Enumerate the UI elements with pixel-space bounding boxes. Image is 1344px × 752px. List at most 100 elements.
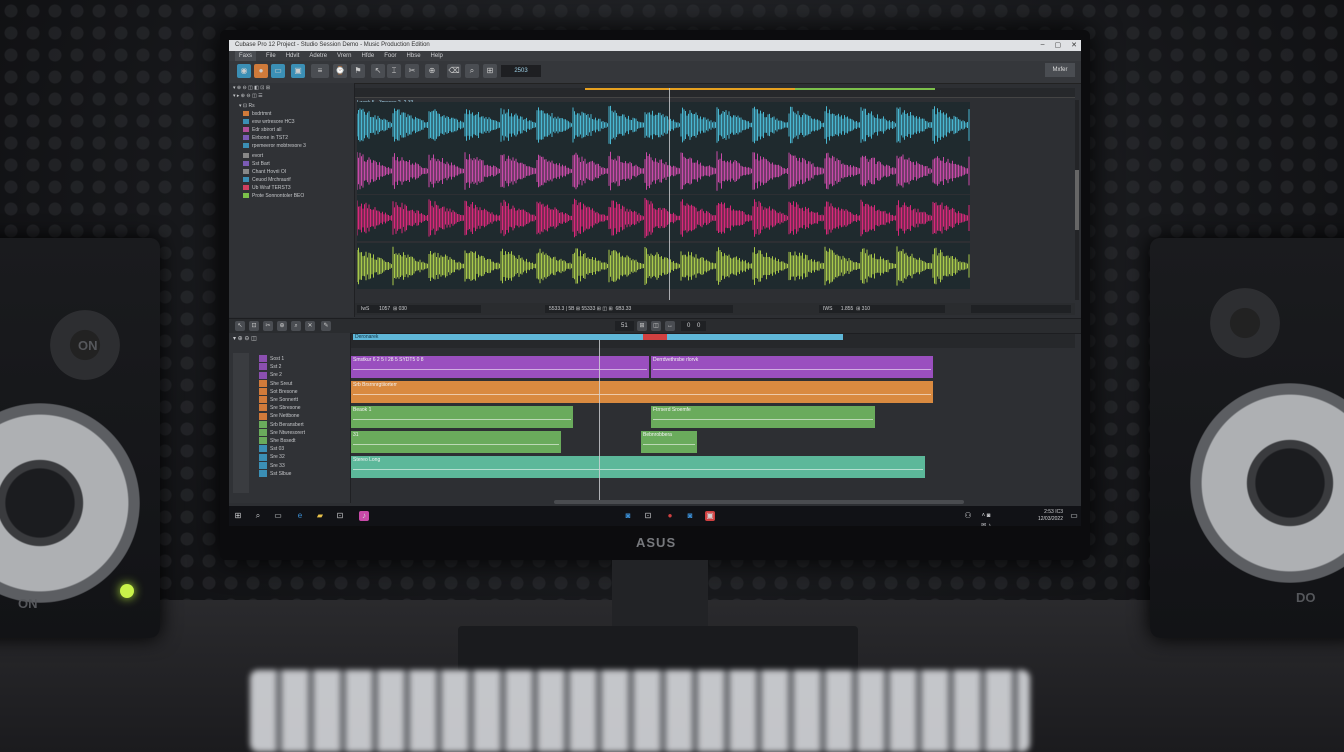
menu-item-6[interactable]: Foor bbox=[384, 51, 396, 61]
mixer-button[interactable]: Mxfer bbox=[1045, 63, 1075, 77]
zoom-tool-icon[interactable]: ⌕ bbox=[465, 64, 479, 78]
locator-marker[interactable] bbox=[643, 334, 667, 340]
upper-track-row[interactable]: Ceuod Mrchraurif bbox=[243, 177, 291, 184]
arrange-region[interactable]: Smstkur 6 2 5 I 28 5 SYDT5 0 8 bbox=[351, 356, 649, 378]
menu-item-8[interactable]: Help bbox=[431, 51, 443, 61]
split-tool-icon[interactable]: ✂ bbox=[263, 321, 273, 331]
arrange-region[interactable]: Derrdvethrsbe rlorvk bbox=[651, 356, 933, 378]
lower-track-row[interactable]: Sst 03 bbox=[259, 445, 284, 453]
snap-icon[interactable]: ⊞ bbox=[637, 321, 647, 331]
menu-item-1[interactable]: File bbox=[266, 51, 276, 61]
maximize-button[interactable]: ▢ bbox=[1055, 41, 1062, 49]
taskbar-app-icon-1[interactable]: ◙ bbox=[623, 511, 633, 521]
search-icon[interactable]: ⌕ bbox=[253, 511, 263, 521]
taskbar-app-icon-4[interactable]: ◙ bbox=[685, 511, 695, 521]
status-field-right[interactable]: IWS 1.855 ⊞ 310 bbox=[819, 305, 945, 313]
right-zone-icon[interactable]: ▣ bbox=[291, 64, 305, 78]
lower-track-row[interactable]: Sre 2 bbox=[259, 371, 282, 379]
taskbar-app-icon-2[interactable]: ⊡ bbox=[643, 511, 653, 521]
upper-track-row[interactable]: Sst Bart bbox=[243, 161, 270, 168]
horizontal-scrollbar[interactable] bbox=[554, 500, 964, 504]
lower-track-row[interactable]: Sost 1 bbox=[259, 355, 284, 363]
menu-item-2[interactable]: Hdvit bbox=[286, 51, 300, 61]
upper-track-row[interactable]: bxdrtmnt bbox=[243, 111, 271, 118]
erase-tool-icon[interactable]: ⌫ bbox=[447, 64, 461, 78]
lower-track-row[interactable]: Sre 33 bbox=[259, 461, 285, 470]
marker-icon[interactable]: ⚑ bbox=[351, 64, 365, 78]
people-icon[interactable]: ⚇ bbox=[963, 511, 973, 521]
mute-tool-icon[interactable]: ✕ bbox=[305, 321, 315, 331]
taskbar-app-icon-5[interactable]: ▣ bbox=[705, 511, 715, 521]
menu-item-7[interactable]: Hbse bbox=[407, 51, 421, 61]
lower-track-row[interactable]: Sre Sbresone bbox=[259, 404, 301, 412]
menu-item-4[interactable]: Vrern bbox=[337, 51, 351, 61]
cursor-icon[interactable]: ↔ bbox=[665, 321, 675, 331]
waveform-lane[interactable] bbox=[357, 243, 970, 289]
arrange-region[interactable]: 31 bbox=[351, 431, 561, 453]
lower-zone-icon[interactable]: ▭ bbox=[271, 64, 285, 78]
edge-browser-icon[interactable]: e bbox=[295, 511, 305, 521]
upper-track-row[interactable]: Prote Sonnontoler BEO bbox=[243, 193, 304, 200]
close-button[interactable]: ✕ bbox=[1071, 41, 1077, 49]
waveform-lane[interactable] bbox=[357, 102, 970, 148]
upper-track-row[interactable]: Eirbone in TST2 bbox=[243, 135, 288, 142]
lower-track-row[interactable]: Sot Bresone bbox=[259, 387, 298, 396]
arrange-region[interactable]: Ftrrserd Sroemfe bbox=[651, 406, 875, 428]
edit-tool-icon[interactable]: ⊡ bbox=[249, 321, 259, 331]
menu-item-5[interactable]: Hfde bbox=[362, 51, 375, 61]
lower-track-row[interactable]: Sre Sonnertt bbox=[259, 396, 298, 404]
start-menu-icon[interactable]: ⊞ bbox=[233, 511, 243, 521]
taskbar-app-icon-3[interactable]: ● bbox=[665, 511, 675, 521]
track-list-toolbar-icons[interactable]: ▾ ⊕ ⊖ ◫ ◧ ⊡ ⊞ bbox=[233, 85, 270, 92]
status-field-middle[interactable]: 5533.3 | 5B ⊞ 55333 ⊞ ◫ ⊞ 6B3.33 bbox=[545, 305, 733, 313]
arrange-region[interactable]: Srb Brsrnnrgtiiorterr bbox=[351, 381, 933, 403]
lower-playhead[interactable] bbox=[599, 340, 600, 500]
glue-tool-icon[interactable]: ⊕ bbox=[425, 64, 439, 78]
arrow-tool-icon[interactable]: ↖ bbox=[235, 321, 245, 331]
left-locator-range[interactable] bbox=[585, 88, 805, 90]
waveform-lane[interactable] bbox=[357, 148, 970, 194]
lower-track-row[interactable]: Sre 32 bbox=[259, 453, 285, 461]
glue-tool-icon[interactable]: ⊕ bbox=[277, 321, 287, 331]
upper-track-row[interactable]: rpemeeror mobtresore 3 bbox=[243, 143, 306, 150]
upper-track-row[interactable]: Ub Wraf TERST3 bbox=[243, 185, 291, 192]
grid-icon[interactable]: ◫ bbox=[651, 321, 661, 331]
object-selection-tool-icon[interactable]: ↖ bbox=[371, 64, 385, 78]
menu-item-3[interactable]: Adetre bbox=[309, 51, 327, 61]
notifications-icon[interactable]: ▭ bbox=[1069, 511, 1079, 521]
lower-track-row[interactable]: Sre Nettbone bbox=[259, 412, 299, 420]
upper-track-row[interactable]: Chant Hovrii OI bbox=[243, 169, 286, 176]
automation-mode-icon[interactable]: ≡ bbox=[311, 64, 329, 78]
task-view-icon[interactable]: ▭ bbox=[273, 511, 283, 521]
waveform-lane[interactable] bbox=[357, 195, 970, 241]
lower-timeline-ruler[interactable]: Deronarek bbox=[351, 334, 1075, 348]
lower-track-row[interactable]: Srb Beransbert bbox=[259, 420, 304, 429]
minimize-button[interactable]: – bbox=[1041, 41, 1045, 49]
split-tool-icon[interactable]: ✂ bbox=[405, 64, 419, 78]
cycle-range[interactable]: Deronarek bbox=[353, 334, 843, 340]
lower-track-row[interactable]: Sst Slbue bbox=[259, 469, 291, 478]
record-mode-icon[interactable]: ● bbox=[254, 64, 268, 78]
status-field-left[interactable]: IwS 1057 ⊞ 030 bbox=[357, 305, 481, 313]
taskbar-clock[interactable]: 2:53 IC3 12/03/2022 bbox=[1038, 509, 1063, 523]
upper-track-row[interactable]: evort bbox=[243, 153, 263, 160]
lower-track-row[interactable]: She Sreut bbox=[259, 379, 292, 388]
upper-timeline-ruler[interactable] bbox=[355, 88, 1075, 98]
menu-item-0[interactable]: Faxs bbox=[235, 51, 257, 61]
range-tool-icon[interactable]: ⌶ bbox=[387, 64, 401, 78]
lower-track-row[interactable]: Sre Ntwresorert bbox=[259, 428, 305, 437]
snap-toggle-icon[interactable]: ⊞ bbox=[483, 64, 497, 78]
upper-track-row[interactable]: Edr sbirort all bbox=[243, 127, 281, 134]
nudge-control[interactable]: 0 0 bbox=[681, 321, 707, 331]
upper-track-row[interactable]: exw wrtresore HC3 bbox=[243, 119, 295, 126]
lower-track-row[interactable]: She Bssedt bbox=[259, 437, 296, 445]
draw-tool-icon[interactable]: ✎ bbox=[321, 321, 331, 331]
arrange-region[interactable]: Stereo Long bbox=[351, 456, 925, 478]
zoom-tool-icon[interactable]: ⌕ bbox=[291, 321, 301, 331]
constrain-delay-icon[interactable]: ⌚ bbox=[333, 64, 347, 78]
arrange-region[interactable]: Bebnrobbera bbox=[641, 431, 697, 453]
right-locator-range[interactable] bbox=[795, 88, 935, 90]
quantize-control[interactable]: 51 bbox=[615, 321, 634, 331]
arrange-region[interactable]: Beaok 1 bbox=[351, 406, 573, 428]
status-field-blank[interactable] bbox=[971, 305, 1071, 313]
